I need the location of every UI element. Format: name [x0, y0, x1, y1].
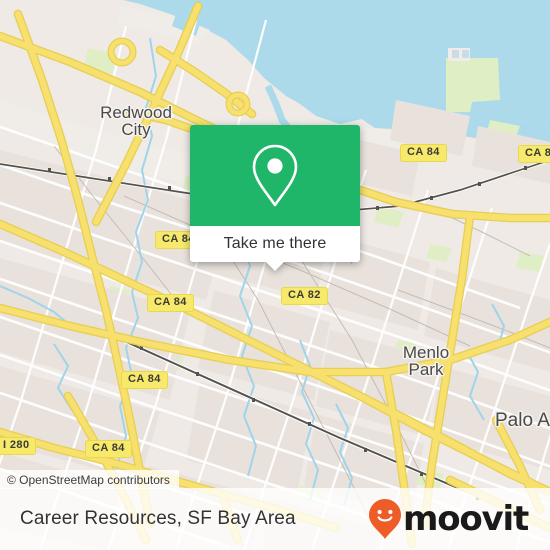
place-label-line: Park [408, 360, 444, 379]
place-label-line: Palo A [495, 410, 550, 431]
road-shield-ca-84-north[interactable]: CA 84 [400, 144, 447, 162]
place-label-menlo-park: Menlo Park [390, 344, 462, 378]
place-label-line: City [121, 120, 151, 139]
popup-header [190, 125, 360, 226]
osm-attribution[interactable]: © OpenStreetMap contributors [0, 470, 179, 489]
moovit-map-screenshot: Redwood City Menlo Park Palo A CA 84 CA … [0, 0, 550, 550]
map-canvas[interactable] [0, 0, 550, 550]
road-shield-ca-82-center[interactable]: CA 82 [281, 287, 328, 305]
road-shield-ca-84-south[interactable]: CA 84 [121, 371, 168, 389]
popup-pointer [266, 262, 284, 271]
place-label-redwood-city: Redwood City [88, 104, 184, 138]
moovit-wordmark: moovit [402, 499, 529, 539]
osm-attribution-text: © OpenStreetMap contributors [7, 472, 170, 487]
road-shield-ca-84-northeast[interactable]: CA 84 [518, 145, 550, 163]
moovit-pin-icon [368, 499, 401, 539]
moovit-logo[interactable]: moovit [368, 498, 529, 540]
road-shield-ca-84-bottom[interactable]: CA 84 [85, 440, 132, 458]
map-vector [0, 0, 550, 550]
place-label-line: Redwood [100, 103, 172, 122]
location-title: Career Resources, SF Bay Area [20, 508, 296, 529]
destination-popup[interactable]: Take me there [190, 125, 360, 271]
footer-bar: Career Resources, SF Bay Area moovit [0, 488, 550, 550]
popup-action-bar[interactable]: Take me there [190, 226, 360, 271]
map-pin-icon [252, 144, 298, 206]
road-shield-ca-84-mid[interactable]: CA 84 [147, 294, 194, 312]
place-label-line: Menlo [402, 343, 450, 362]
road-shield-i-280[interactable]: I 280 [0, 437, 37, 455]
place-label-palo-alto: Palo A [495, 410, 550, 431]
take-me-there-label: Take me there [223, 235, 327, 252]
